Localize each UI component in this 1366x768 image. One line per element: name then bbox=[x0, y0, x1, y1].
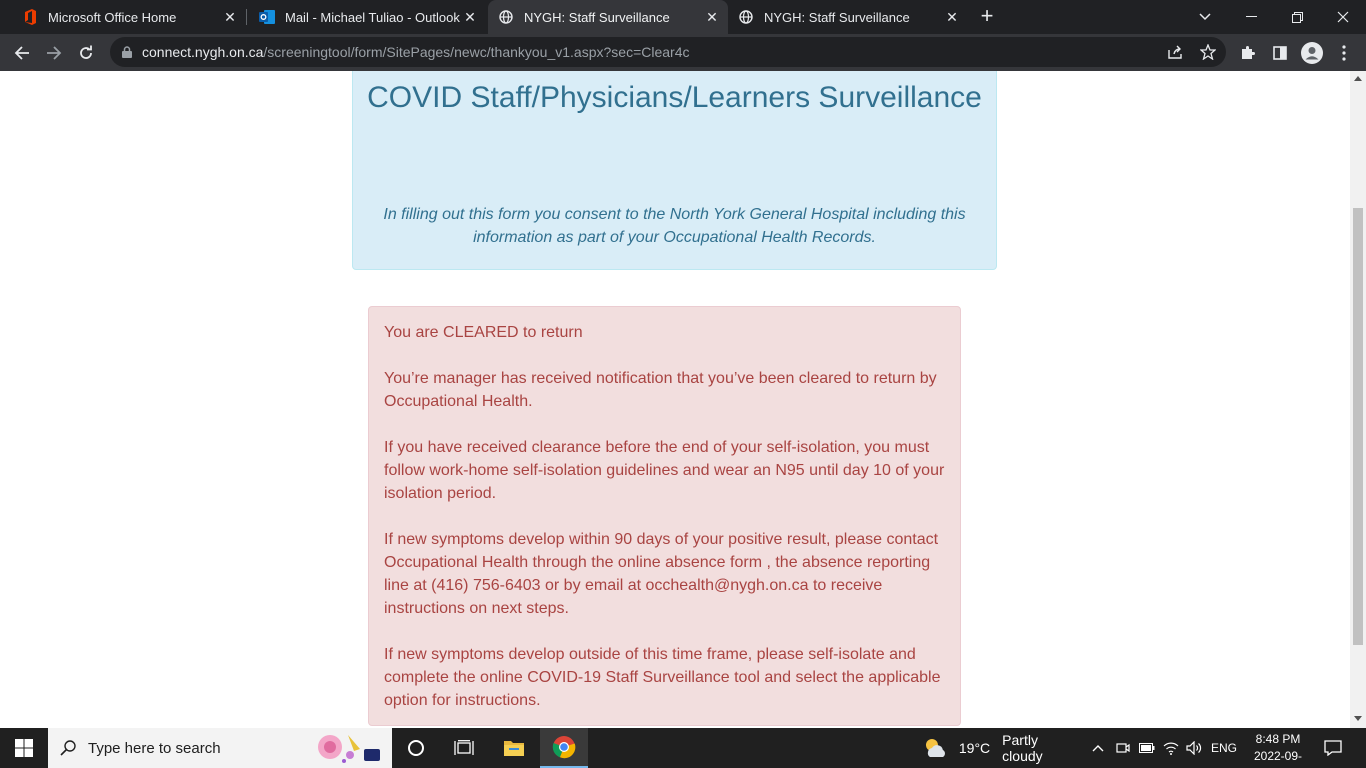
alert-paragraph: If new symptoms develop outside of this … bbox=[384, 646, 941, 709]
restore-icon bbox=[1291, 11, 1303, 23]
task-view-icon bbox=[454, 740, 474, 755]
puzzle-icon bbox=[1242, 46, 1255, 59]
star-icon bbox=[1200, 44, 1216, 60]
speaker-icon bbox=[1186, 741, 1202, 755]
partly-cloudy-icon bbox=[925, 739, 945, 757]
chrome-taskbar-button[interactable] bbox=[540, 728, 588, 768]
scroll-down-arrow[interactable] bbox=[1354, 716, 1362, 721]
circle-icon bbox=[408, 740, 424, 756]
reload-button[interactable] bbox=[72, 39, 100, 67]
alert-paragraph: You’re manager has received notification… bbox=[384, 370, 937, 410]
arrow-right-icon bbox=[47, 46, 62, 60]
search-icon bbox=[60, 740, 76, 756]
tab-title: NYGH: Staff Surveillance bbox=[524, 9, 670, 25]
clock-date: 2022-09-11 bbox=[1253, 749, 1303, 768]
address-bar[interactable]: connect.nygh.on.ca/screeningtool/form/Si… bbox=[110, 37, 1226, 67]
url-text[interactable]: connect.nygh.on.ca/screeningtool/form/Si… bbox=[142, 44, 690, 60]
battery-button[interactable] bbox=[1136, 728, 1158, 768]
language-indicator: ENG bbox=[1210, 741, 1237, 755]
side-panel-button[interactable] bbox=[1266, 39, 1294, 67]
weather-widget[interactable]: 19°C Partly cloudy bbox=[922, 728, 1082, 768]
vertical-scrollbar[interactable] bbox=[1350, 71, 1366, 728]
side-panel-icon bbox=[1273, 46, 1287, 60]
close-icon[interactable]: ✕ bbox=[222, 9, 238, 25]
new-tab-button[interactable]: + bbox=[975, 5, 999, 29]
tab-title: Mail - Michael Tuliao - Outlook bbox=[285, 9, 460, 25]
camera-icon bbox=[1116, 743, 1130, 753]
office-icon bbox=[22, 9, 38, 25]
tab-nygh-staff-surveillance-active[interactable]: NYGH: Staff Surveillance ✕ bbox=[488, 0, 728, 34]
scroll-up-arrow[interactable] bbox=[1354, 76, 1362, 81]
windows-logo-icon bbox=[15, 739, 33, 757]
extensions-button[interactable] bbox=[1234, 39, 1262, 67]
battery-icon bbox=[1139, 743, 1155, 753]
avatar-icon bbox=[1301, 42, 1323, 64]
page-title: COVID Staff/Physicians/Learners Surveill… bbox=[367, 81, 982, 114]
chevron-down-icon bbox=[1199, 13, 1211, 21]
tab-search-button[interactable] bbox=[1182, 0, 1228, 34]
clock-time: 8:48 PM bbox=[1255, 732, 1301, 746]
restore-button[interactable] bbox=[1274, 0, 1320, 34]
header-panel: COVID Staff/Physicians/Learners Surveill… bbox=[352, 71, 997, 270]
browser-toolbar: connect.nygh.on.ca/screeningtool/form/Si… bbox=[0, 34, 1366, 71]
meet-now-button[interactable] bbox=[1112, 728, 1134, 768]
search-placeholder: Type here to search bbox=[88, 740, 221, 757]
share-icon bbox=[1168, 45, 1182, 59]
tab-title: Microsoft Office Home bbox=[48, 9, 177, 25]
show-hidden-icons-button[interactable] bbox=[1088, 728, 1108, 768]
kebab-menu-icon bbox=[1342, 45, 1346, 61]
task-view-button[interactable] bbox=[440, 728, 488, 768]
network-button[interactable] bbox=[1160, 728, 1182, 768]
browser-tab-strip: Microsoft Office Home ✕ Mail - Michael T… bbox=[0, 0, 1366, 34]
volume-button[interactable] bbox=[1183, 728, 1205, 768]
minimize-icon bbox=[1245, 16, 1257, 17]
wifi-icon bbox=[1163, 742, 1179, 755]
cortana-button[interactable] bbox=[392, 728, 440, 768]
start-button[interactable] bbox=[0, 728, 48, 768]
folder-icon bbox=[504, 741, 524, 756]
url-host: connect.nygh.on.ca bbox=[142, 44, 264, 60]
chrome-icon bbox=[552, 736, 576, 759]
close-icon[interactable]: ✕ bbox=[944, 9, 960, 25]
scroll-thumb[interactable] bbox=[1353, 208, 1363, 645]
notifications-button[interactable] bbox=[1310, 728, 1356, 768]
flower-decoration-icon bbox=[318, 735, 380, 763]
tab-microsoft-office-home[interactable]: Microsoft Office Home ✕ bbox=[0, 0, 246, 34]
input-language-button[interactable]: ENG bbox=[1208, 728, 1240, 768]
browser-menu-button[interactable] bbox=[1330, 39, 1358, 67]
reload-icon bbox=[80, 45, 92, 59]
consent-notice: In filling out this form you consent to … bbox=[383, 206, 966, 246]
alert-paragraph: If new symptoms develop within 90 days o… bbox=[384, 531, 939, 617]
weather-condition: Partly cloudy bbox=[1002, 732, 1043, 764]
forward-button[interactable] bbox=[40, 39, 68, 67]
globe-icon bbox=[738, 9, 754, 25]
tab-outlook-mail[interactable]: Mail - Michael Tuliao - Outlook ✕ bbox=[237, 0, 486, 34]
windows-taskbar: Type here to search 19°C Partly cloudy E bbox=[0, 728, 1366, 768]
lock-icon bbox=[122, 46, 132, 58]
profile-button[interactable] bbox=[1298, 39, 1326, 67]
tab-title: NYGH: Staff Surveillance bbox=[764, 9, 910, 25]
outlook-icon bbox=[259, 9, 275, 25]
minimize-button[interactable] bbox=[1228, 0, 1274, 34]
taskbar-search-box[interactable]: Type here to search bbox=[48, 728, 392, 768]
globe-icon bbox=[498, 9, 514, 25]
alert-paragraph: If you have received clearance before th… bbox=[384, 439, 945, 502]
notification-icon bbox=[1324, 740, 1342, 756]
close-window-button[interactable] bbox=[1320, 0, 1366, 34]
close-icon bbox=[1337, 11, 1349, 23]
clearance-alert: You are CLEARED to return You’re manager… bbox=[368, 306, 961, 726]
arrow-left-icon bbox=[14, 46, 29, 60]
file-explorer-button[interactable] bbox=[490, 728, 538, 768]
close-icon[interactable]: ✕ bbox=[704, 9, 720, 25]
page-viewport: COVID Staff/Physicians/Learners Surveill… bbox=[0, 71, 1350, 728]
weather-temperature: 19°C bbox=[958, 740, 991, 756]
clearance-status: You are CLEARED to return bbox=[384, 324, 583, 341]
tab-nygh-staff-surveillance[interactable]: NYGH: Staff Surveillance ✕ bbox=[728, 0, 968, 34]
close-icon[interactable]: ✕ bbox=[462, 9, 478, 25]
chevron-up-icon bbox=[1092, 745, 1104, 752]
url-path: /screeningtool/form/SitePages/newc/thank… bbox=[263, 44, 690, 60]
back-button[interactable] bbox=[8, 39, 36, 67]
system-clock[interactable]: 8:48 PM 2022-09-11 bbox=[1250, 731, 1306, 768]
